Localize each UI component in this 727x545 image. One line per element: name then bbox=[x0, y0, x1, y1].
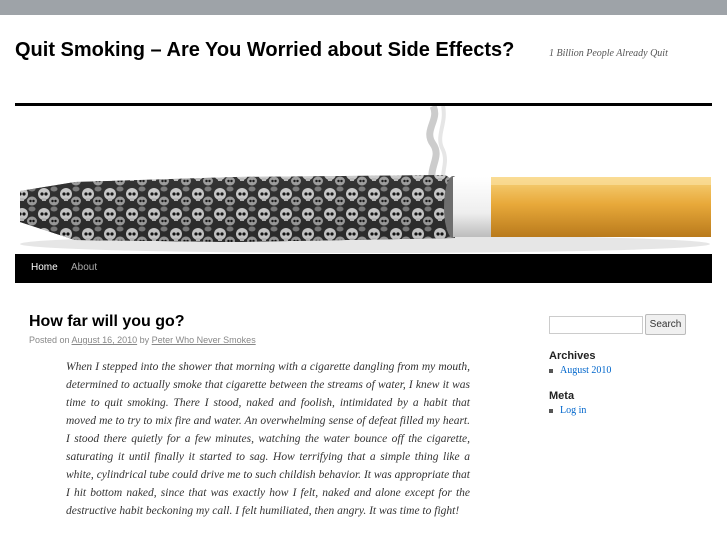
site-title[interactable]: Quit Smoking – Are You Worried about Sid… bbox=[15, 37, 515, 63]
bullet-icon bbox=[549, 409, 553, 413]
login-link[interactable]: Log in bbox=[560, 405, 586, 416]
top-bar bbox=[0, 0, 727, 15]
archives-list: August 2010 bbox=[549, 365, 611, 376]
post-meta: Posted on August 16, 2010 by Peter Who N… bbox=[29, 335, 256, 345]
post-title[interactable]: How far will you go? bbox=[29, 313, 185, 331]
archives-link-august-2010[interactable]: August 2010 bbox=[560, 365, 611, 376]
nav-about[interactable]: About bbox=[71, 262, 97, 273]
meta-list: Log in bbox=[549, 405, 586, 416]
nav-home[interactable]: Home bbox=[31, 262, 58, 273]
search-input[interactable] bbox=[549, 316, 643, 334]
bullet-icon bbox=[549, 369, 553, 373]
post-author-link[interactable]: Peter Who Never Smokes bbox=[152, 335, 256, 345]
main-nav: Home About bbox=[15, 254, 712, 283]
site-description: 1 Billion People Already Quit bbox=[549, 48, 668, 59]
meta-title: Meta bbox=[549, 390, 575, 402]
post-meta-by: by bbox=[139, 335, 150, 345]
meta-item: Log in bbox=[549, 405, 586, 416]
header-image bbox=[15, 106, 712, 254]
archives-item: August 2010 bbox=[549, 365, 611, 376]
post-body: When I stepped into the shower that morn… bbox=[66, 361, 470, 517]
post-meta-prefix: Posted on bbox=[29, 335, 70, 345]
post-date-link[interactable]: August 16, 2010 bbox=[72, 335, 138, 345]
search-button[interactable]: Search bbox=[645, 314, 686, 335]
archives-title: Archives bbox=[549, 350, 596, 362]
